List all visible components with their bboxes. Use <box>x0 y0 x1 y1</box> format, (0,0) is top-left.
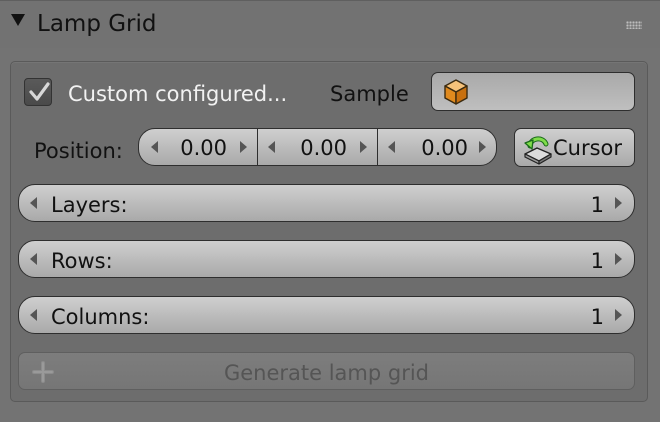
position-y-value: 0.00 <box>300 136 347 160</box>
triangle-down-icon[interactable] <box>11 14 25 26</box>
object-cube-icon <box>444 79 468 105</box>
increment-arrow-icon[interactable] <box>240 141 247 153</box>
decrement-arrow-icon[interactable] <box>30 309 37 321</box>
position-z-value: 0.00 <box>421 136 468 160</box>
columns-value: 1 <box>590 305 604 329</box>
custom-configured-label[interactable]: Custom configured... <box>68 81 287 107</box>
position-y-field[interactable]: 0.00 <box>258 129 378 165</box>
decrement-arrow-icon[interactable] <box>151 141 158 153</box>
decrement-arrow-icon[interactable] <box>30 253 37 265</box>
cursor-snap-icon <box>524 136 552 165</box>
generate-lamp-grid-label: Generate lamp grid <box>223 361 430 385</box>
columns-label: Columns: <box>51 305 150 329</box>
position-vector: 0.00 0.00 0.00 <box>138 128 497 166</box>
layers-field[interactable]: Layers: 1 <box>18 184 635 222</box>
position-z-field[interactable]: 0.00 <box>378 129 496 165</box>
columns-field[interactable]: Columns: 1 <box>18 296 635 334</box>
rows-label: Rows: <box>51 249 113 273</box>
panel-header[interactable]: Lamp Grid <box>0 0 660 48</box>
increment-arrow-icon[interactable] <box>479 141 486 153</box>
increment-arrow-icon[interactable] <box>615 197 622 209</box>
position-x-field[interactable]: 0.00 <box>139 129 258 165</box>
generate-lamp-grid-button[interactable]: Generate lamp grid <box>18 352 635 390</box>
sample-label: Sample <box>330 82 409 106</box>
sample-object-field[interactable] <box>431 72 635 111</box>
decrement-arrow-icon[interactable] <box>268 141 275 153</box>
rows-value: 1 <box>590 249 604 273</box>
custom-configured-checkbox[interactable] <box>24 78 52 106</box>
layers-value: 1 <box>590 193 604 217</box>
cursor-button[interactable]: Cursor <box>514 128 635 167</box>
decrement-arrow-icon[interactable] <box>388 141 395 153</box>
increment-arrow-icon[interactable] <box>615 309 622 321</box>
position-label: Position: <box>34 139 123 163</box>
drag-grip-icon[interactable] <box>626 21 642 29</box>
position-x-value: 0.00 <box>180 136 227 160</box>
panel-title: Lamp Grid <box>37 11 157 37</box>
increment-arrow-icon[interactable] <box>615 253 622 265</box>
decrement-arrow-icon[interactable] <box>30 197 37 209</box>
cursor-button-label: Cursor <box>553 136 623 160</box>
panel-content-box <box>10 61 648 402</box>
increment-arrow-icon[interactable] <box>360 141 367 153</box>
lamp-grid-panel: Lamp Grid Custom configured... Sample Po… <box>0 0 660 422</box>
rows-field[interactable]: Rows: 1 <box>18 240 635 278</box>
layers-label: Layers: <box>51 193 128 217</box>
checkmark-icon <box>29 82 50 101</box>
